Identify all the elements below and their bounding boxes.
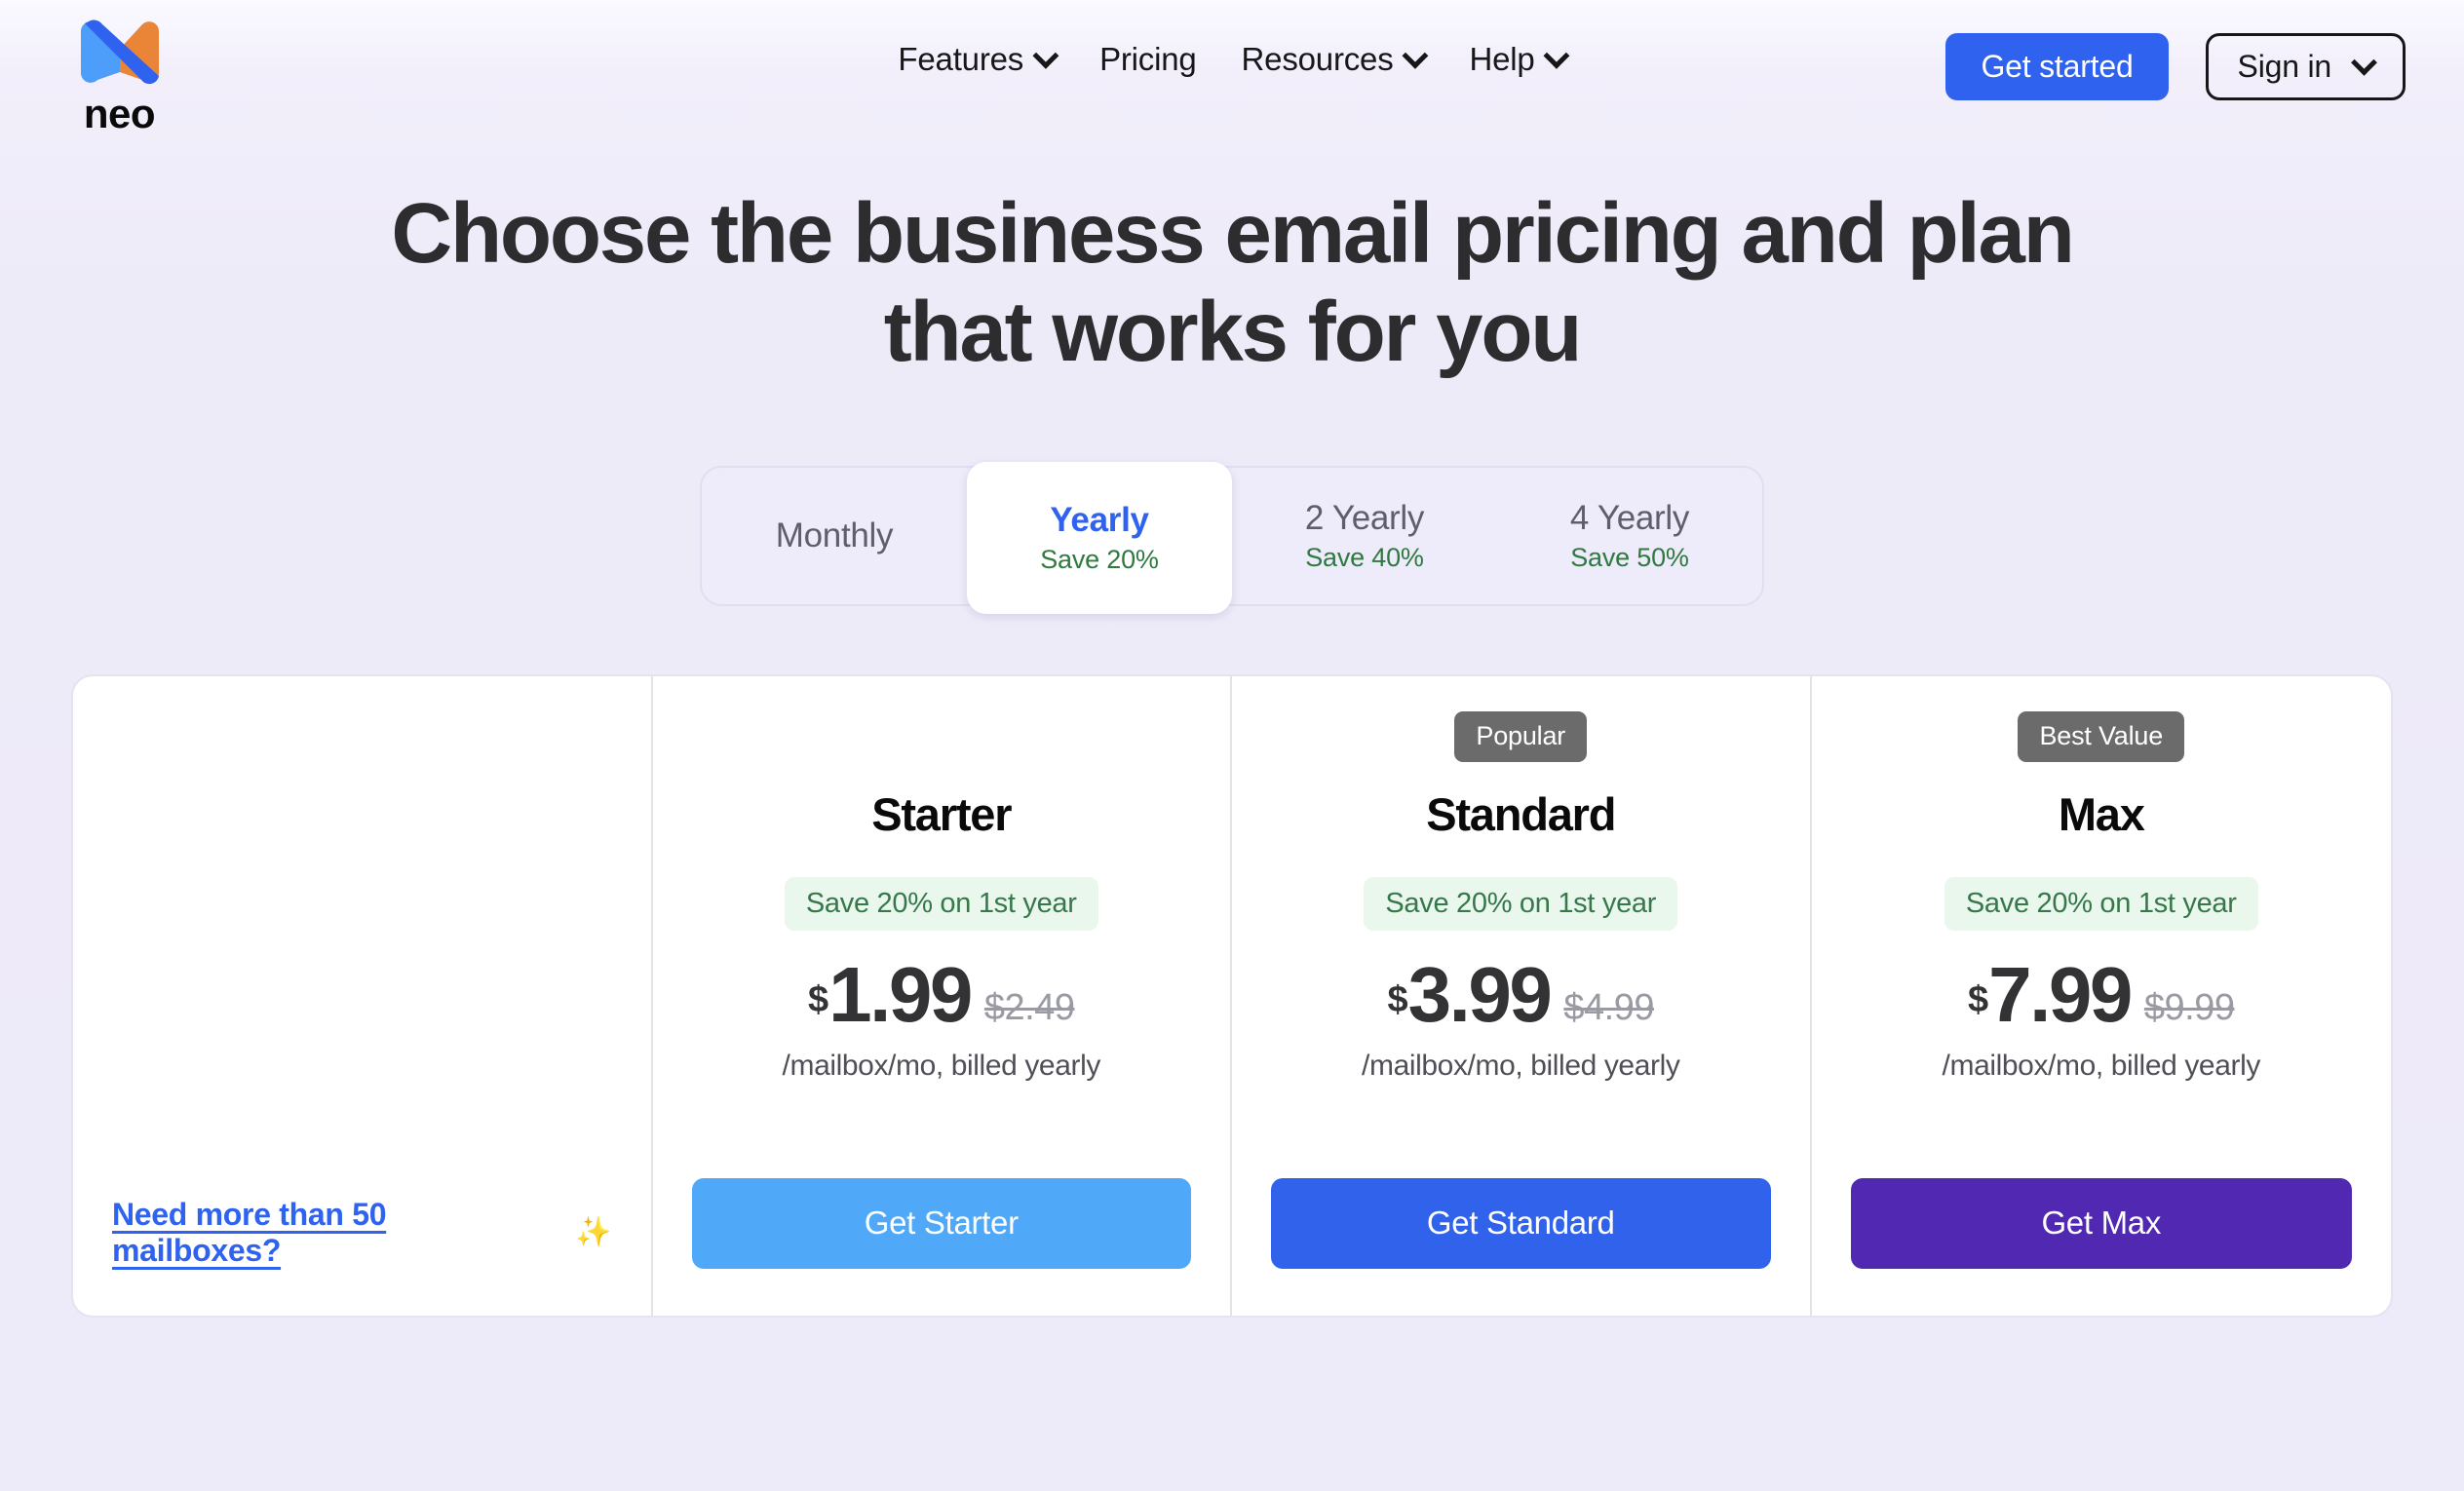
brand-wordmark: neo — [83, 91, 156, 136]
hero-section: Choose the business email pricing and pl… — [0, 162, 2464, 614]
nav-label-help: Help — [1469, 41, 1535, 77]
nav-item-help[interactable]: Help — [1469, 41, 1570, 78]
billing-option-label: 4 Yearly — [1569, 498, 1690, 537]
site-header: neo Features Pricing Resources Help Get … — [0, 0, 2464, 162]
plan-body: Popular Standard Save 20% on 1st year $ … — [1271, 710, 1771, 1316]
brand-logo[interactable]: neo — [68, 18, 171, 134]
plan-name: Max — [2058, 787, 2145, 840]
get-started-button[interactable]: Get started — [1945, 33, 2169, 100]
plan-price-row: $ 7.99 $9.99 — [1968, 950, 2235, 1038]
header-actions: Get started Sign in — [1945, 33, 2406, 100]
page-title: Choose the business email pricing and pl… — [391, 186, 2074, 379]
price-original: $2.49 — [983, 986, 1075, 1028]
plan-save-badge: Save 20% on 1st year — [1944, 876, 2258, 931]
chevron-down-icon — [1543, 42, 1570, 69]
billing-period-toggle: Monthly Yearly Save 20% 2 Yearly Save 40… — [700, 461, 1764, 614]
billing-option-label: 2 Yearly — [1304, 498, 1425, 537]
billing-option-save: Save 40% — [1305, 542, 1424, 572]
billing-option-label: Yearly — [1050, 500, 1149, 539]
sign-in-button[interactable]: Sign in — [2205, 33, 2406, 100]
plan-price-row: $ 3.99 $4.99 — [1387, 950, 1655, 1038]
sign-in-label: Sign in — [2237, 49, 2332, 84]
plan-column-max: Best Value Max Save 20% on 1st year $ 7.… — [1812, 676, 2392, 1316]
plan-badge-popular: Popular — [1454, 710, 1588, 762]
plan-name: Starter — [871, 787, 1012, 840]
billing-option-yearly[interactable]: Yearly Save 20% — [967, 461, 1232, 614]
plan-price-row: $ 1.99 $2.49 — [808, 950, 1075, 1038]
plan-price: $ 7.99 — [1968, 950, 2133, 1038]
price-amount: 3.99 — [1407, 950, 1553, 1038]
billing-option-monthly[interactable]: Monthly — [702, 472, 967, 600]
more-mailboxes-label: Need more than 50 mailboxes? — [112, 1196, 387, 1268]
chevron-down-icon — [2351, 49, 2377, 76]
currency-symbol: $ — [808, 978, 829, 1020]
pricing-table: Need more than 50 mailboxes? ✨ Starter S… — [71, 673, 2393, 1318]
plan-price: $ 3.99 — [1387, 950, 1553, 1038]
nav-item-resources[interactable]: Resources — [1241, 41, 1429, 78]
plan-price-note: /mailbox/mo, billed yearly — [1362, 1049, 1680, 1082]
price-original: $4.99 — [1563, 986, 1654, 1028]
chevron-down-icon — [1032, 42, 1059, 69]
billing-toggle-wrapper: Monthly Yearly Save 20% 2 Yearly Save 40… — [0, 461, 2464, 614]
nav-label-features: Features — [898, 41, 1024, 77]
plan-price-note: /mailbox/mo, billed yearly — [1942, 1049, 2261, 1082]
neo-logo-icon — [80, 19, 159, 85]
plan-price: $ 1.99 — [808, 950, 973, 1038]
plan-save-badge: Save 20% on 1st year — [784, 876, 1098, 931]
get-starter-button[interactable]: Get Starter — [691, 1177, 1191, 1269]
nav-item-pricing[interactable]: Pricing — [1099, 41, 1197, 78]
currency-symbol: $ — [1387, 978, 1408, 1020]
nav-item-features[interactable]: Features — [898, 41, 1059, 78]
billing-option-2-yearly[interactable]: 2 Yearly Save 40% — [1232, 472, 1497, 600]
price-original: $9.99 — [2143, 986, 2235, 1028]
plan-price-note: /mailbox/mo, billed yearly — [782, 1049, 1101, 1082]
nav-label-resources: Resources — [1241, 41, 1394, 77]
billing-option-save: Save 20% — [1040, 544, 1159, 574]
get-standard-button[interactable]: Get Standard — [1271, 1177, 1771, 1269]
plan-column-standard: Popular Standard Save 20% on 1st year $ … — [1232, 675, 1812, 1316]
pricing-info-column: Need more than 50 mailboxes? ✨ — [73, 675, 653, 1316]
price-amount: 7.99 — [1988, 950, 2133, 1038]
currency-symbol: $ — [1968, 978, 1989, 1020]
price-amount: 1.99 — [828, 950, 973, 1038]
plan-name: Standard — [1426, 787, 1616, 840]
chevron-down-icon — [1402, 42, 1429, 69]
more-mailboxes-link[interactable]: Need more than 50 mailboxes? ✨ — [112, 1197, 612, 1269]
billing-option-4-yearly[interactable]: 4 Yearly Save 50% — [1497, 472, 1762, 600]
sparkles-icon: ✨ — [575, 1215, 612, 1248]
main-navigation: Features Pricing Resources Help — [898, 41, 1570, 78]
plan-badge-best-value: Best Value — [2018, 710, 2185, 762]
billing-option-label: Monthly — [775, 516, 894, 554]
nav-label-pricing: Pricing — [1099, 41, 1197, 77]
get-max-button[interactable]: Get Max — [1850, 1177, 2352, 1269]
plan-body: Starter Save 20% on 1st year $ 1.99 $2.4… — [691, 711, 1191, 1316]
plan-body: Best Value Max Save 20% on 1st year $ 7.… — [1850, 710, 2352, 1316]
plan-save-badge: Save 20% on 1st year — [1364, 876, 1678, 931]
plan-column-starter: Starter Save 20% on 1st year $ 1.99 $2.4… — [653, 675, 1232, 1316]
billing-option-save: Save 50% — [1570, 542, 1689, 572]
